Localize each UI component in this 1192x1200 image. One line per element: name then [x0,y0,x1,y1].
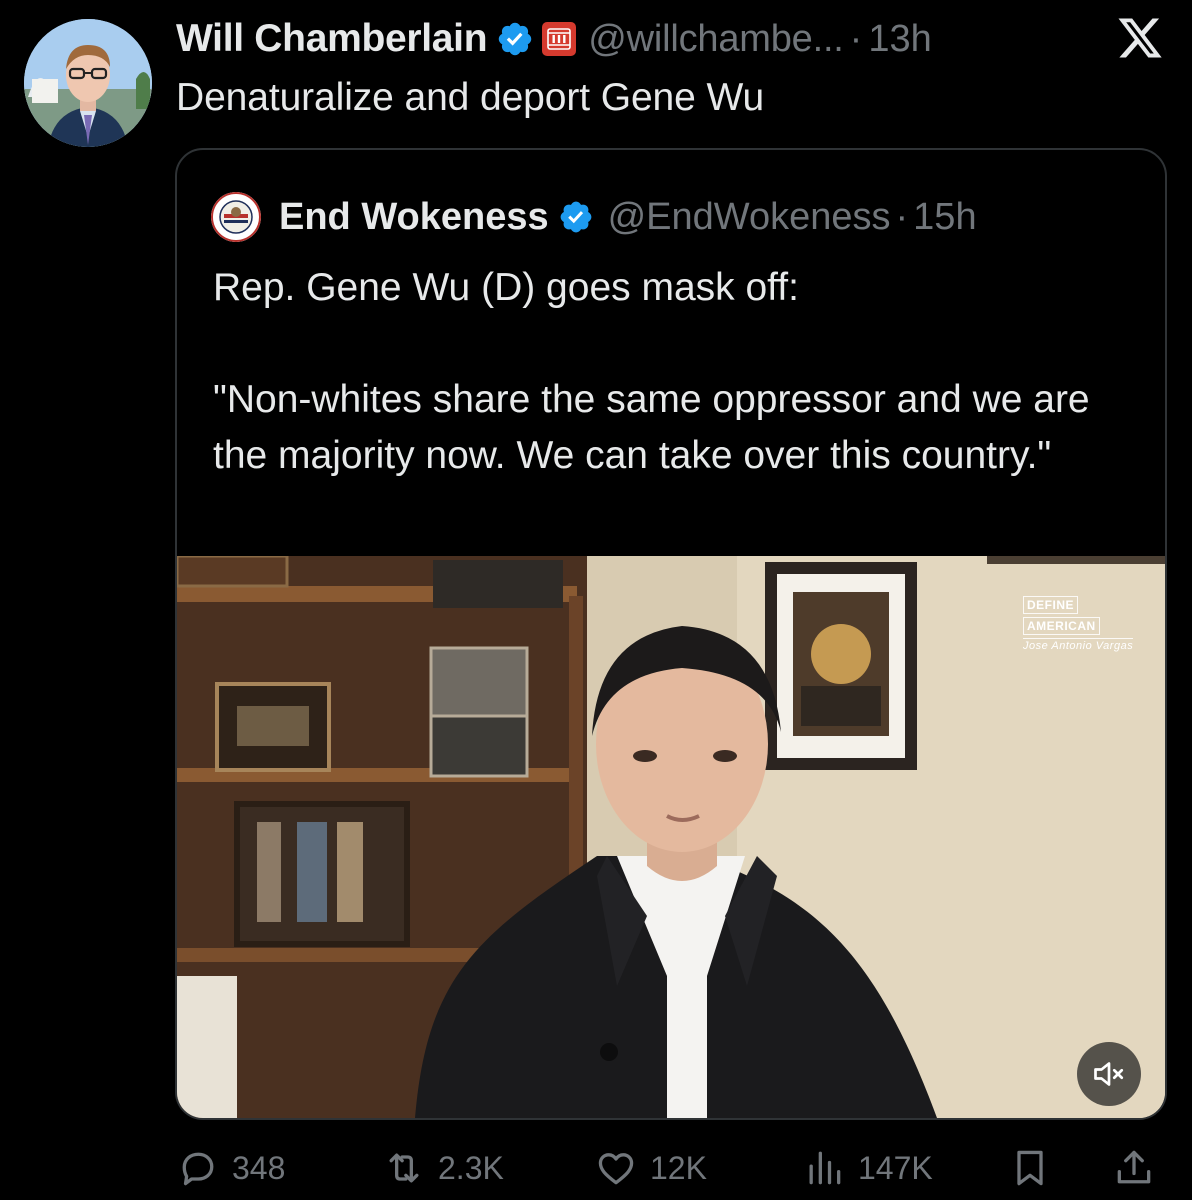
views-count: 147K [858,1149,933,1186]
quoted-text: Rep. Gene Wu (D) goes mask off: "Non-whi… [213,266,1090,477]
verified-badge-icon [499,22,532,56]
x-logo-icon[interactable] [1114,14,1166,62]
bookmark-icon [1017,1150,1043,1186]
repost-icon [389,1153,419,1183]
video-watermark: DEFINE AMERICAN Jose Antonio Vargas [1023,596,1134,655]
share-button[interactable] [1112,1146,1156,1190]
reply-count: 348 [232,1149,286,1186]
author-name[interactable]: Will Chamberlain [176,17,488,61]
separator-dot: · [849,17,863,60]
mute-button[interactable] [1077,1042,1141,1106]
post-text: Denaturalize and deport Gene Wu [176,76,765,119]
separator-dot: · [895,195,909,238]
share-icon [1117,1150,1151,1184]
reply-icon [182,1152,214,1186]
author-avatar[interactable] [24,19,152,147]
post-time[interactable]: 13h [868,18,931,61]
tweet[interactable]: Will Chamberlain @willchambe... · 13h De… [0,0,1192,1200]
volume-muted-icon [1094,1062,1124,1086]
like-button[interactable]: 12K [594,1146,707,1190]
video-frame [177,556,1165,1118]
repost-count: 2.3K [438,1149,504,1186]
affiliation-badge[interactable] [542,22,577,56]
like-count: 12K [650,1149,707,1186]
verified-badge-icon [560,201,591,233]
affiliation-logo-icon [547,28,572,50]
views-icon [809,1151,841,1185]
quoted-author-name[interactable]: End Wokeness [279,196,549,239]
quoted-time[interactable]: 15h [913,196,976,239]
quoted-video[interactable]: DEFINE AMERICAN Jose Antonio Vargas [177,556,1165,1118]
watermark-signature: Jose Antonio Vargas [1023,638,1134,652]
quoted-author-handle[interactable]: @EndWokeness [608,196,891,239]
bookmark-button[interactable] [1008,1146,1052,1190]
action-bar: 348 2.3K 12K 147K [176,1140,1168,1196]
watermark-line2: AMERICAN [1023,617,1100,635]
post-header: Will Chamberlain @willchambe... · 13h [176,16,932,62]
author-handle[interactable]: @willchambe... [588,18,844,61]
quoted-tweet[interactable]: End Wokeness @EndWokeness · 15h Rep. Gen… [175,148,1167,1120]
repost-button[interactable]: 2.3K [382,1146,504,1190]
heart-icon [598,1153,634,1185]
quoted-author-avatar[interactable] [211,192,261,242]
quoted-header: End Wokeness @EndWokeness · 15h [211,192,977,242]
watermark-line1: DEFINE [1023,596,1079,614]
views-button[interactable]: 147K [802,1146,933,1190]
reply-button[interactable]: 348 [176,1146,285,1190]
